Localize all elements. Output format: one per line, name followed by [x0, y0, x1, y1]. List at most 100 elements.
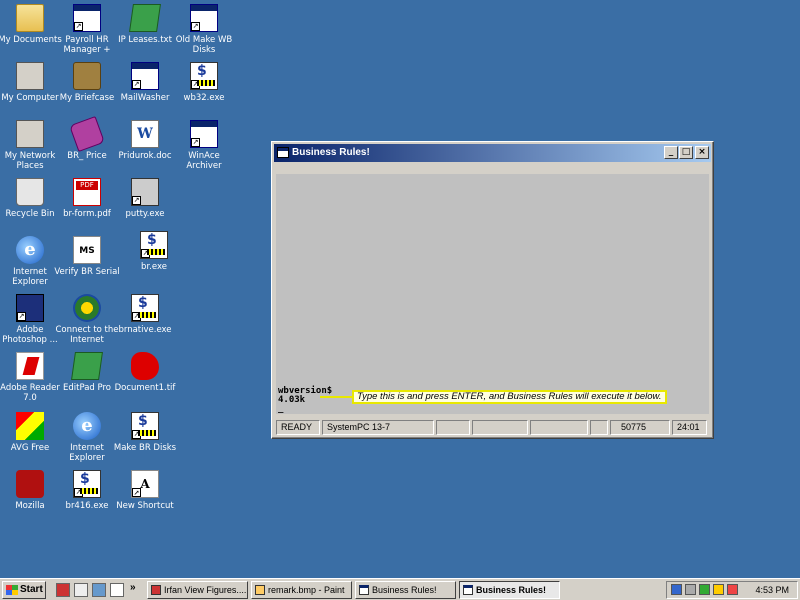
callout-connector — [320, 396, 353, 398]
taskbar-button-business-rules[interactable]: Business Rules! — [355, 581, 456, 599]
windows-logo-icon — [6, 585, 18, 595]
desktop-icon-verify-br-serial[interactable]: MS Verify BR Serial — [53, 236, 121, 277]
desktop-icon-label: IP Leases.txt — [118, 35, 172, 45]
app-window-icon — [463, 585, 473, 595]
br-exe-icon: ↗ — [140, 231, 168, 259]
taskbar-clock[interactable]: 4:53 PM — [755, 582, 789, 598]
shortcut-arrow-icon: ↗ — [191, 22, 200, 31]
desktop-icon-br-exe[interactable]: ↗ br.exe — [120, 231, 188, 272]
desktop-icon-wb32-exe[interactable]: ↗ wb32.exe — [170, 62, 238, 103]
system-tray: 4:53 PM — [666, 581, 798, 599]
shortcut-arrow-icon: ↗ — [17, 312, 26, 321]
minimize-button[interactable]: _ — [664, 146, 678, 159]
internet-explorer-icon: e — [73, 412, 101, 440]
shortcut-arrow-icon: ↗ — [141, 249, 150, 258]
application-icon: ↗ — [190, 4, 218, 32]
briefcase-icon — [73, 62, 101, 90]
desktop-icon-winace-archiver[interactable]: ↗ WinAce Archiver — [170, 120, 238, 171]
window-menu-strip — [276, 164, 709, 174]
image-file-icon — [131, 352, 159, 380]
network-icon — [16, 120, 44, 148]
photoshop-icon: ↗ — [16, 294, 44, 322]
desktop-icon-label: Document1.tif — [114, 383, 176, 393]
putty-icon: ↗ — [131, 178, 159, 206]
desktop-icon-label: Make BR Disks — [113, 443, 177, 453]
tray-network-icon[interactable] — [685, 584, 696, 595]
desktop-icon-brnative-exe[interactable]: ↗ brnative.exe — [111, 294, 179, 335]
desktop-icon-new-shortcut[interactable]: A ↗ New Shortcut — [111, 470, 179, 511]
quicklaunch-explorer-icon[interactable] — [92, 583, 106, 597]
business-rules-window[interactable]: Business Rules! _ □ × wbversion$ 4.03k _… — [271, 141, 714, 439]
desktop-icon-document1-tif[interactable]: Document1.tif — [111, 352, 179, 393]
computer-icon — [16, 62, 44, 90]
status-time: 24:01 — [672, 420, 707, 435]
tray-app-icon[interactable] — [671, 584, 682, 595]
tray-app-icon-2[interactable] — [727, 584, 738, 595]
application-icon: ↗ — [190, 120, 218, 148]
desktop-icon-label: Old Make WB Disks — [175, 35, 233, 55]
maximize-button[interactable]: □ — [679, 146, 693, 159]
quicklaunch-document-icon[interactable] — [74, 583, 88, 597]
status-cell — [472, 420, 528, 435]
shortcut-arrow-icon: ↗ — [191, 80, 200, 89]
app-window-icon — [359, 585, 369, 595]
application-icon: ↗ — [73, 4, 101, 32]
editpad-icon — [71, 352, 103, 380]
irfanview-icon — [151, 585, 161, 595]
recycle-bin-icon — [16, 178, 44, 206]
word-document-icon: W — [131, 120, 159, 148]
shortcut-arrow-icon: ↗ — [132, 488, 141, 497]
br-exe-icon: ↗ — [131, 412, 159, 440]
window-title: Business Rules! — [292, 147, 370, 158]
status-number: 50775 — [610, 420, 670, 435]
taskbar: Start » Irfan View Figures.... remark.bm… — [0, 578, 800, 600]
quicklaunch-app-icon[interactable] — [56, 583, 70, 597]
taskbar-button-irfanview[interactable]: Irfan View Figures.... — [147, 581, 248, 599]
status-system: SystemPC 13-7 — [322, 420, 434, 435]
shortcut-arrow-icon: ↗ — [132, 430, 141, 439]
taskbar-button-business-rules-active[interactable]: Business Rules! — [459, 581, 560, 599]
window-titlebar[interactable]: Business Rules! _ □ × — [274, 144, 711, 162]
desktop-icon-label: New Shortcut — [116, 501, 174, 511]
folder-icon — [16, 4, 44, 32]
shortcut-arrow-icon: ↗ — [132, 196, 141, 205]
desktop-icon-putty[interactable]: ↗ putty.exe — [111, 178, 179, 219]
desktop-icon-label: Verify BR Serial — [54, 267, 120, 277]
taskbar-button-label: Business Rules! — [476, 585, 547, 595]
shortcut-arrow-icon: ↗ — [132, 80, 141, 89]
ms-dos-icon: MS — [73, 236, 101, 264]
taskbar-button-paint[interactable]: remark.bmp - Paint — [251, 581, 352, 599]
desktop-icon-make-br-disks[interactable]: ↗ Make BR Disks — [111, 412, 179, 453]
tray-avg-icon[interactable] — [713, 584, 724, 595]
desktop-icon-ip-leases[interactable]: IP Leases.txt — [111, 4, 179, 45]
text-file-icon — [129, 4, 161, 32]
desktop-icon-pridurok-doc[interactable]: W Pridurok.doc — [111, 120, 179, 161]
shortcut-arrow-icon: ↗ — [191, 138, 200, 147]
connect-internet-icon — [73, 294, 101, 322]
desktop-icon-old-make-wb-disks[interactable]: ↗ Old Make WB Disks — [170, 4, 238, 55]
br-exe-icon: ↗ — [131, 294, 159, 322]
status-cell — [590, 420, 608, 435]
status-cell — [436, 420, 470, 435]
shortcut-arrow-icon: ↗ — [74, 22, 83, 31]
app-window-icon — [277, 147, 289, 158]
start-button[interactable]: Start — [2, 581, 46, 599]
desktop-icon-label: br.exe — [141, 262, 167, 272]
desktop-icon-mailwasher[interactable]: ↗ MailWasher — [111, 62, 179, 103]
shortcut-arrow-icon: ↗ — [132, 312, 141, 321]
instruction-callout: Type this is and press ENTER, and Busine… — [352, 390, 667, 404]
desktop-icon-label: putty.exe — [125, 209, 165, 219]
console-cursor: _ — [278, 404, 284, 414]
shortcut-arrow-icon: ↗ — [74, 488, 83, 497]
avg-icon — [16, 412, 44, 440]
quicklaunch-window-icon[interactable] — [110, 583, 124, 597]
tray-security-icon[interactable] — [699, 584, 710, 595]
console-area[interactable]: wbversion$ 4.03k _ Type this is and pres… — [276, 164, 709, 414]
shortcut-file-icon: A ↗ — [131, 470, 159, 498]
quicklaunch-overflow-button[interactable]: » — [130, 582, 136, 593]
mozilla-icon — [16, 470, 44, 498]
close-button[interactable]: × — [695, 146, 709, 159]
application-icon: ↗ — [131, 62, 159, 90]
adobe-reader-icon — [16, 352, 44, 380]
desktop-icon-label: brnative.exe — [118, 325, 172, 335]
